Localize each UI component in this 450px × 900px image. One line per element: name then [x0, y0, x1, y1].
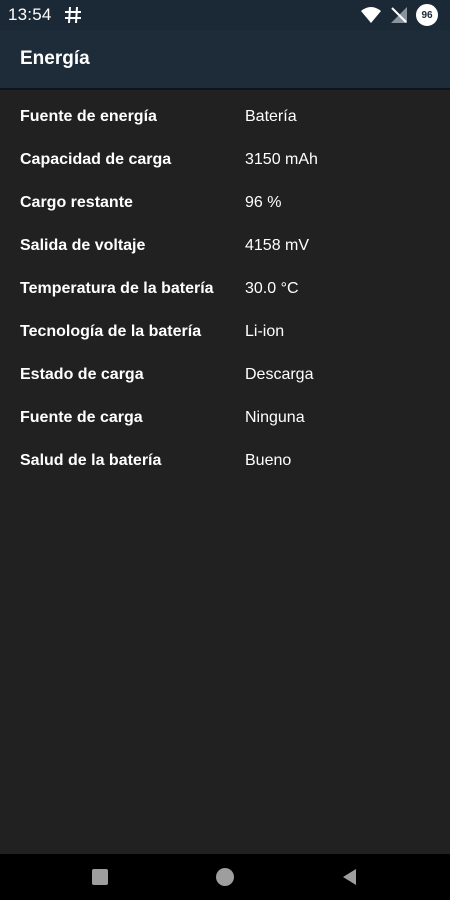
info-row-temperature: Temperatura de la batería 30.0 °C	[0, 278, 450, 299]
home-circle-icon	[216, 868, 234, 886]
recents-square-icon	[92, 869, 108, 885]
info-row-charge-source: Fuente de carga Ninguna	[0, 407, 450, 428]
row-label: Tecnología de la batería	[20, 323, 202, 340]
row-value: Ninguna	[245, 409, 305, 426]
row-value: Bueno	[245, 452, 292, 469]
row-label: Fuente de carga	[20, 409, 143, 426]
status-time: 13:54	[8, 5, 52, 24]
hash-icon	[64, 6, 82, 24]
back-triangle-icon	[343, 869, 356, 885]
row-label: Capacidad de carga	[20, 151, 172, 168]
page-title: Energía	[20, 48, 90, 69]
row-value: Batería	[245, 108, 297, 125]
home-button[interactable]	[216, 868, 234, 886]
row-value: 96 %	[245, 194, 282, 211]
info-row-power-source: Fuente de energía Batería	[0, 106, 450, 127]
info-row-health: Salud de la batería Bueno	[0, 450, 450, 471]
battery-info-list: Fuente de energía Batería Capacidad de c…	[0, 92, 450, 493]
row-value: 30.0 °C	[245, 280, 299, 297]
row-value: 3150 mAh	[245, 151, 318, 168]
row-label: Fuente de energía	[20, 108, 157, 125]
info-row-charge-state: Estado de carga Descarga	[0, 364, 450, 385]
battery-saver-icon: 96	[416, 4, 438, 26]
recents-button[interactable]	[92, 869, 108, 885]
back-button[interactable]	[341, 868, 359, 886]
row-value: Descarga	[245, 366, 314, 383]
info-row-remaining: Cargo restante 96 %	[0, 192, 450, 213]
row-label: Temperatura de la batería	[20, 280, 214, 297]
navigation-bar	[0, 854, 450, 900]
status-icons: 96	[360, 4, 438, 26]
wifi-icon	[360, 6, 382, 24]
info-row-capacity: Capacidad de carga 3150 mAh	[0, 149, 450, 170]
no-signal-icon	[390, 6, 408, 24]
info-row-voltage: Salida de voltaje 4158 mV	[0, 235, 450, 256]
app-bar: Energía	[0, 30, 450, 90]
row-label: Estado de carga	[20, 366, 144, 383]
row-label: Salud de la batería	[20, 452, 162, 469]
row-value: 4158 mV	[245, 237, 310, 254]
row-value: Li-ion	[245, 323, 285, 340]
info-row-technology: Tecnología de la batería Li-ion	[0, 321, 450, 342]
row-label: Salida de voltaje	[20, 237, 146, 254]
status-bar: 13:54 96	[0, 0, 450, 30]
row-label: Cargo restante	[20, 194, 133, 211]
